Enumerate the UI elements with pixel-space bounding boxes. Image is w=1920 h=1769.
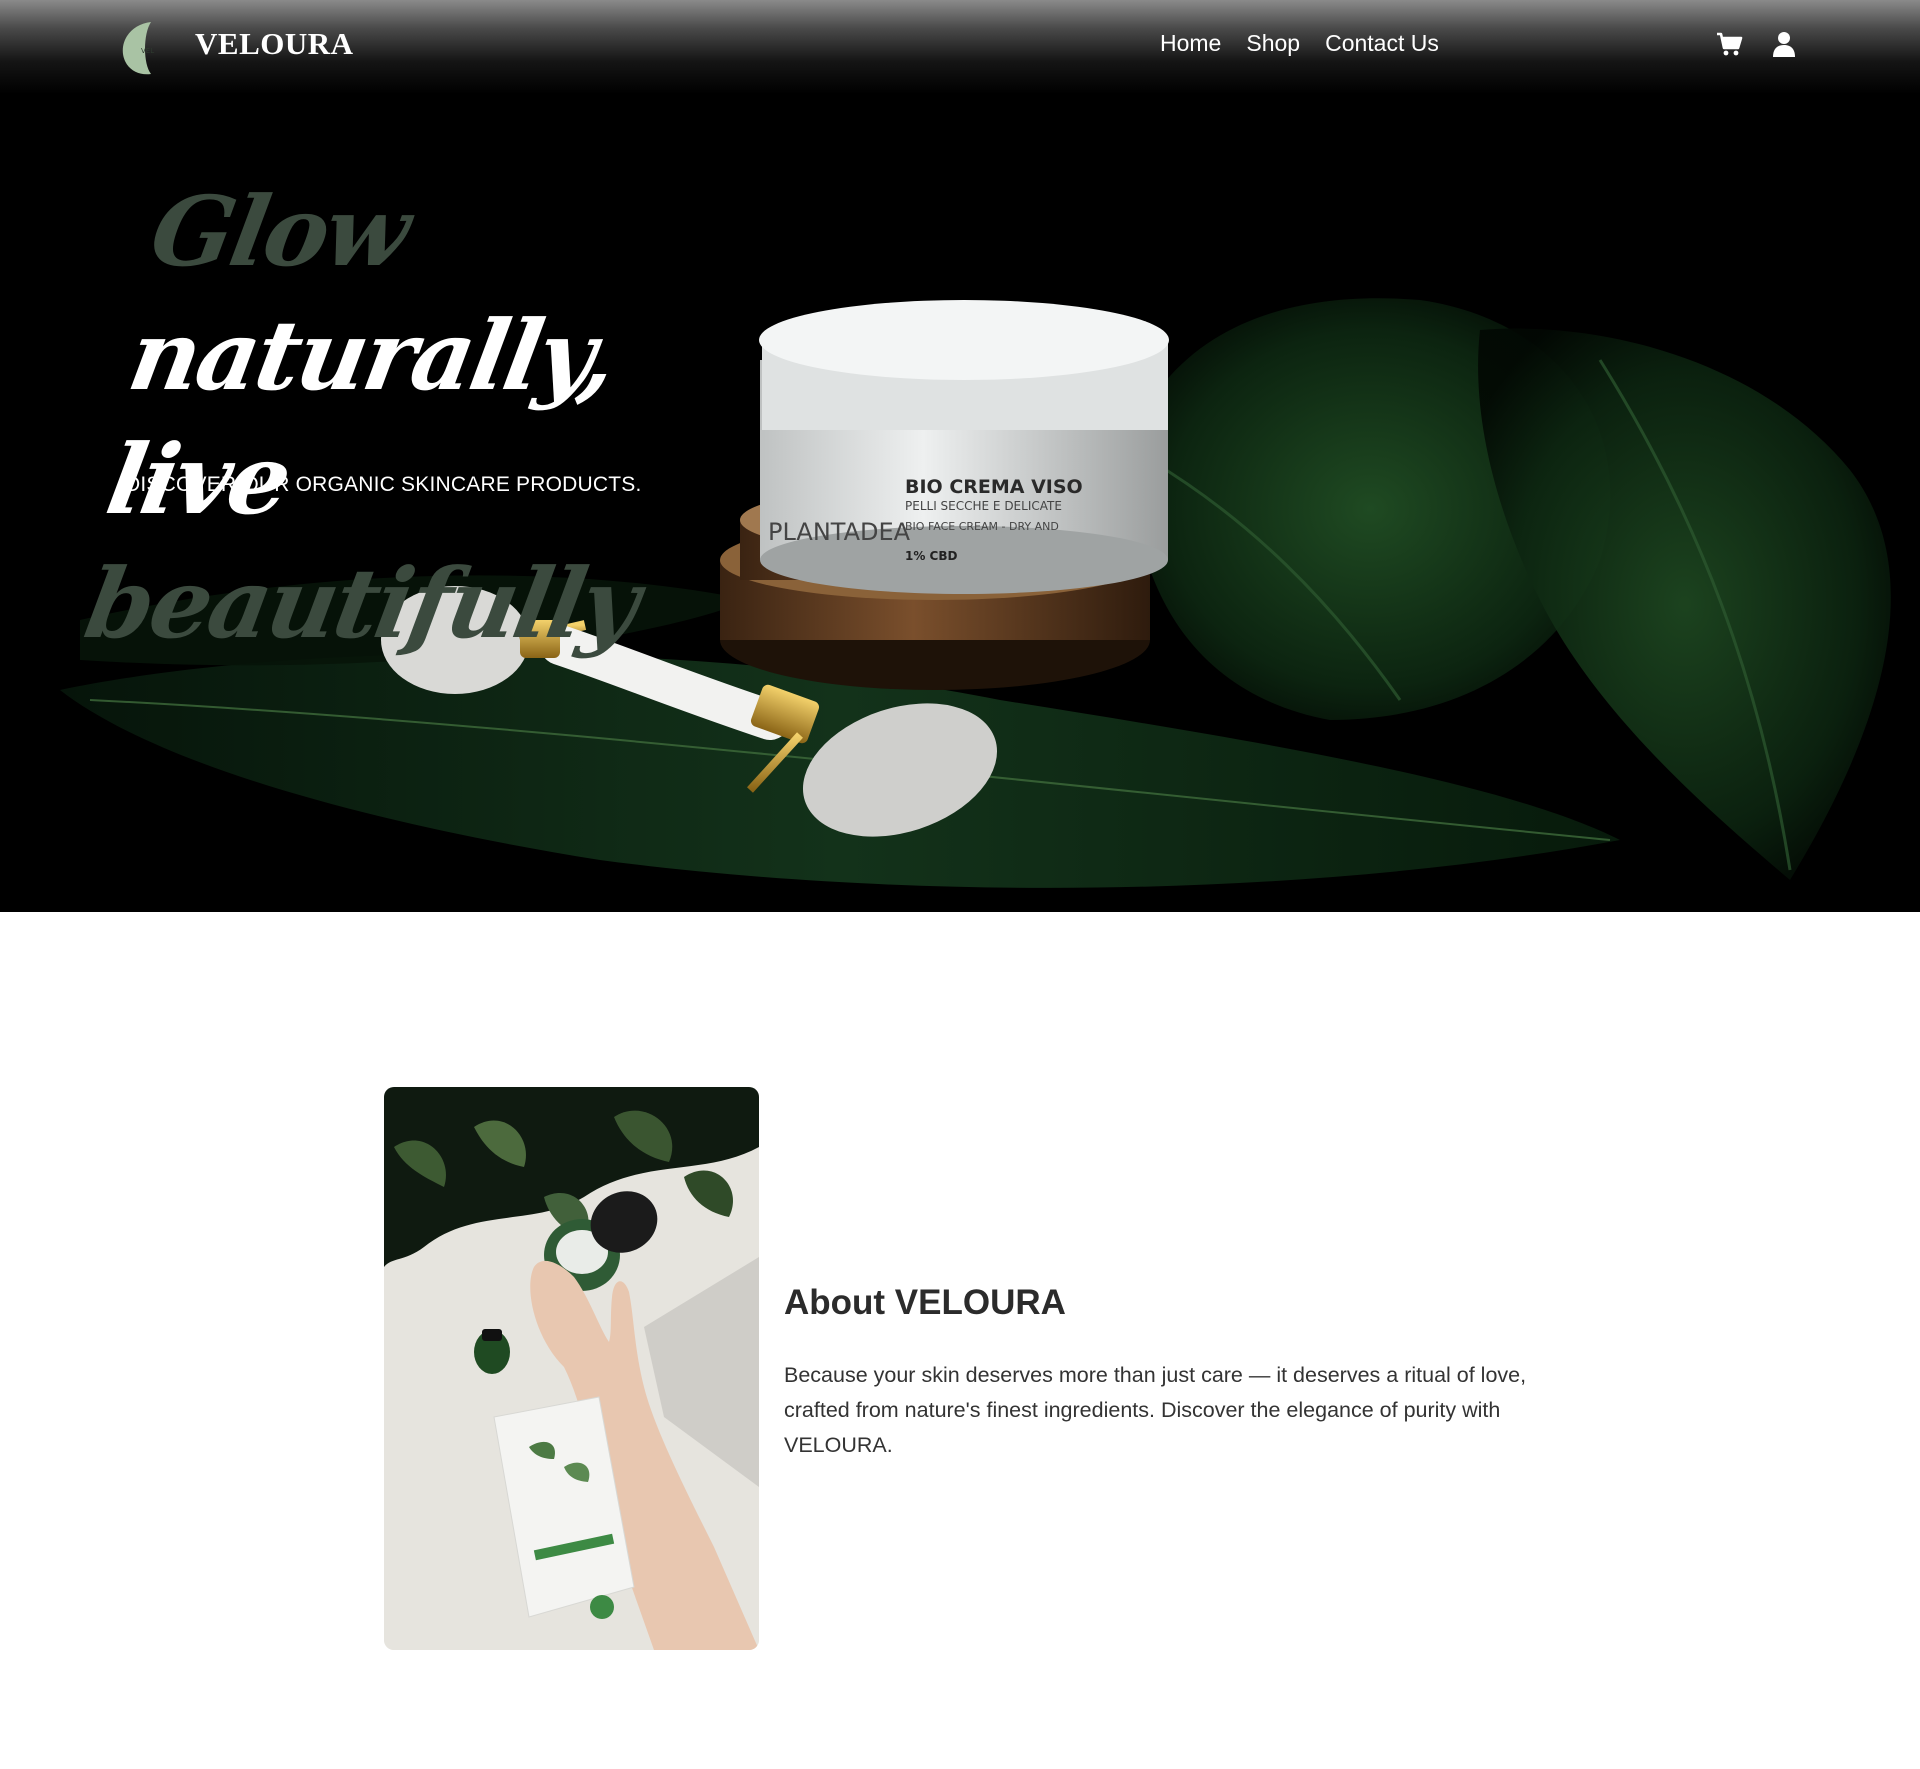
nav-home-link[interactable]: Home bbox=[1160, 30, 1221, 57]
hero-headline: Glow naturally, live beautifully bbox=[76, 170, 863, 666]
svg-text:BIO FACE CREAM - DRY AND: BIO FACE CREAM - DRY AND bbox=[905, 520, 1059, 533]
about-title: About VELOURA bbox=[784, 1283, 1066, 1322]
about-description: Because your skin deserves more than jus… bbox=[784, 1363, 1527, 1457]
site-header: VEL VELOURA Home Shop Contact Us bbox=[0, 0, 1920, 94]
headline-word-glow: Glow bbox=[142, 175, 416, 288]
svg-text:VEL: VEL bbox=[141, 47, 154, 55]
about-image bbox=[384, 1087, 759, 1650]
user-icon[interactable] bbox=[1770, 30, 1798, 58]
svg-text:PELLI SECCHE E DELICATE: PELLI SECCHE E DELICATE bbox=[905, 499, 1062, 513]
hero-tagline: DISCOVER OUR ORGANIC SKINCARE PRODUCTS. bbox=[125, 473, 642, 496]
cart-icon[interactable] bbox=[1715, 30, 1743, 58]
leaf-logo-icon[interactable]: VEL bbox=[119, 20, 163, 76]
headline-word-beautifully: beautifully bbox=[77, 547, 646, 660]
svg-text:1% CBD: 1% CBD bbox=[905, 549, 958, 563]
brand-name[interactable]: VELOURA bbox=[195, 26, 354, 62]
skincare-flatlay-illustration bbox=[384, 1087, 759, 1650]
nav-contact-link[interactable]: Contact Us bbox=[1325, 30, 1439, 57]
svg-text:BIO CREMA VISO: BIO CREMA VISO bbox=[905, 476, 1083, 498]
headline-word-naturally: naturally, bbox=[121, 299, 623, 412]
main-nav: Home Shop Contact Us bbox=[1160, 30, 1439, 57]
nav-shop-link[interactable]: Shop bbox=[1246, 30, 1300, 57]
